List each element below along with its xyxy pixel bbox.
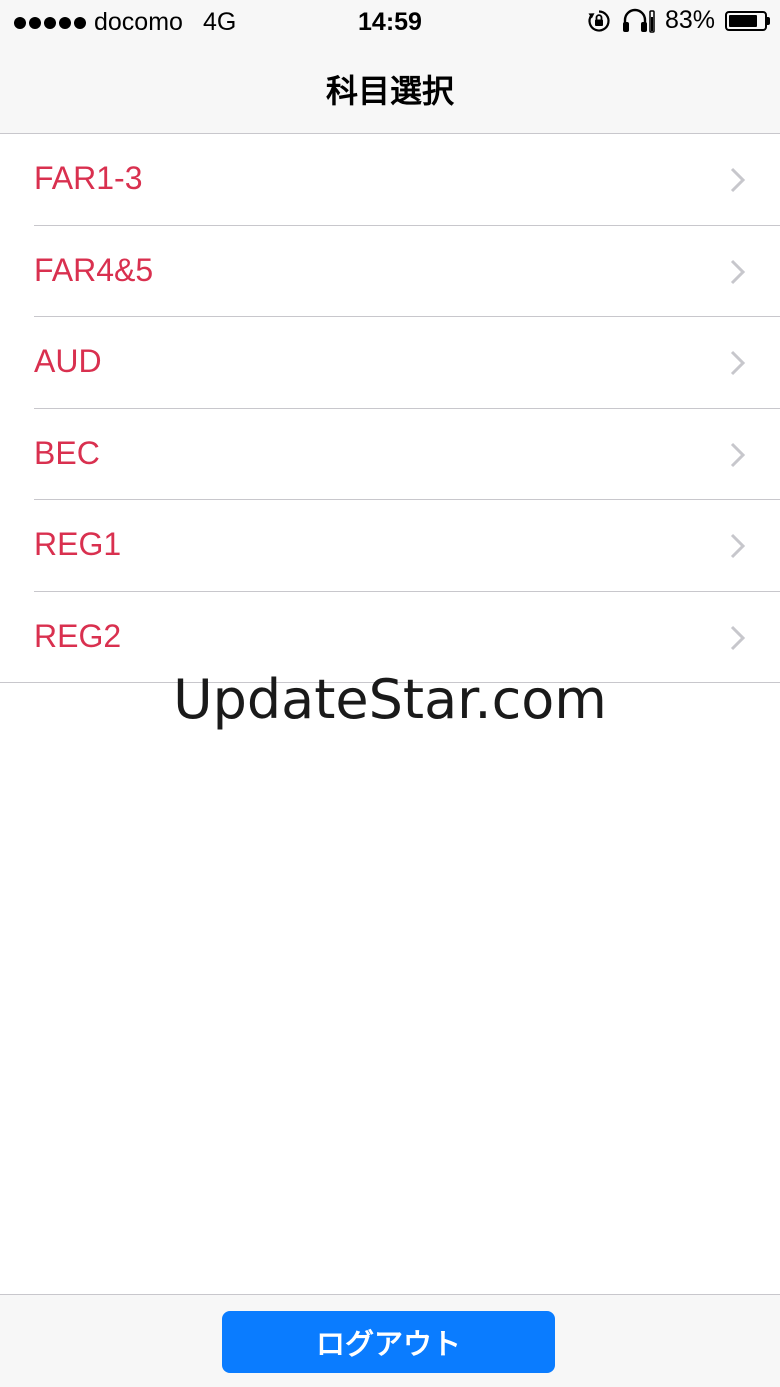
battery-percent: 83% xyxy=(664,6,715,34)
subject-item-bec[interactable]: BEC xyxy=(0,408,780,500)
headphones-icon xyxy=(622,8,655,33)
subject-item-reg1[interactable]: REG1 xyxy=(0,500,780,592)
status-right: 83% xyxy=(587,6,770,35)
chevron-right-icon xyxy=(730,625,746,650)
orientation-lock-icon xyxy=(588,9,610,32)
subject-label: FAR4&5 xyxy=(34,251,154,288)
navigation-bar: 科目選択 xyxy=(0,44,780,134)
watermark-text: UpdateStar.com xyxy=(173,668,607,731)
chevron-right-icon xyxy=(730,442,746,467)
subject-label: REG2 xyxy=(34,617,122,654)
subject-label: REG1 xyxy=(34,526,122,562)
subject-label: BEC xyxy=(34,434,100,471)
chevron-right-icon xyxy=(730,533,746,559)
screen: docomo 4G 14:59 83% 科目選択 FAR1-3 FAR4&5 A… xyxy=(0,0,780,1387)
subject-item-far1-3[interactable]: FAR1-3 xyxy=(0,134,780,226)
subject-label: FAR1-3 xyxy=(34,160,143,196)
battery-icon xyxy=(725,10,770,31)
chevron-right-icon xyxy=(730,167,746,193)
subject-list: FAR1-3 FAR4&5 AUD BEC REG1 REG2 xyxy=(0,134,780,683)
chevron-right-icon xyxy=(730,350,746,376)
subject-item-aud[interactable]: AUD xyxy=(0,317,780,409)
bottom-toolbar: ログアウト xyxy=(0,1294,780,1387)
logout-button[interactable]: ログアウト xyxy=(222,1311,555,1373)
chevron-right-icon xyxy=(730,259,746,284)
subject-item-far4-5[interactable]: FAR4&5 xyxy=(0,225,780,317)
status-bar: docomo 4G 14:59 83% xyxy=(0,0,780,44)
subject-label: AUD xyxy=(34,343,102,379)
page-title: 科目選択 xyxy=(325,72,454,110)
